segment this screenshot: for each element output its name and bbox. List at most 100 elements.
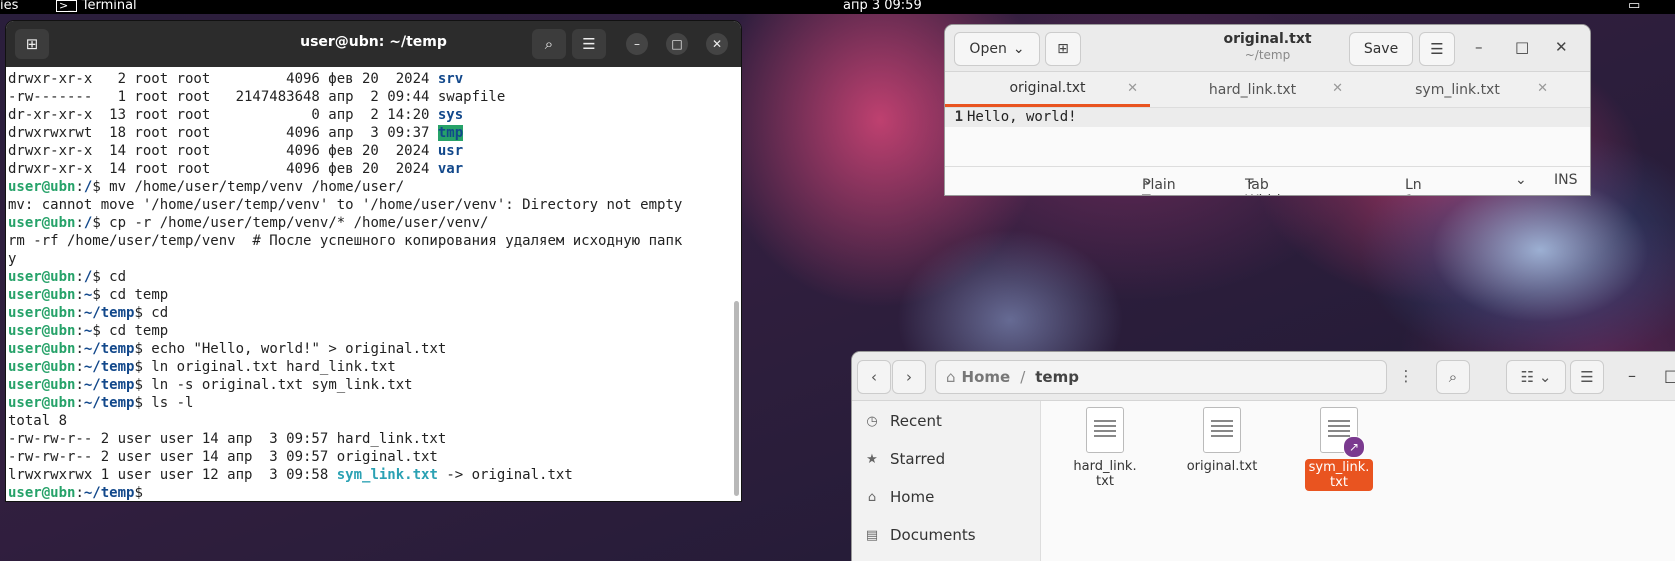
insert-mode[interactable]: INS: [1554, 172, 1578, 188]
maximize-button[interactable]: □: [1664, 366, 1675, 385]
editor-text-area[interactable]: 1 Hello, world!: [945, 108, 1590, 127]
terminal-text: drwxr-xr-x 14 root root 4096 фев 20 2024: [8, 161, 438, 177]
terminal-text: $ cd: [134, 305, 169, 321]
terminal-text: user@ubn: [8, 305, 76, 321]
list-view-icon: ☷: [1520, 368, 1535, 386]
symlink-arrow-icon: ↗: [1343, 436, 1365, 458]
terminal-line: -rw-rw-r-- 2 user user 14 апр 3 09:57 ha…: [8, 430, 741, 448]
terminal-line: user@ubn:~/temp$ echo "Hello, world!" > …: [8, 340, 741, 358]
terminal-text: $ ls -l: [134, 395, 194, 411]
file-item-original[interactable]: original.txt: [1179, 407, 1265, 474]
terminal-line: drwxrwxrwt 18 root root 4096 апр 3 09:37…: [8, 124, 741, 142]
terminal-text: user@ubn: [8, 179, 76, 195]
files-menu-button[interactable]: ☰: [1570, 360, 1604, 394]
close-button[interactable]: ✕: [1555, 38, 1568, 56]
terminal-text: ~/temp: [83, 305, 135, 321]
battery-icon: ▭: [1628, 0, 1641, 13]
clock[interactable]: апр 3 09:59: [843, 0, 922, 13]
search-button[interactable]: ⌕: [532, 29, 566, 59]
terminal-text: mv: cannot move '/home/user/temp/venv' t…: [8, 197, 683, 213]
close-button[interactable]: ✕: [706, 33, 728, 55]
tab-original[interactable]: original.txt ✕: [945, 72, 1150, 107]
terminal-line: user@ubn:/$ mv /home/user/temp/venv /hom…: [8, 178, 741, 196]
back-button[interactable]: ‹: [857, 360, 891, 394]
terminal-text: user@ubn: [8, 323, 76, 339]
home-icon: ⌂: [946, 368, 956, 386]
search-button[interactable]: ⌕: [1436, 360, 1470, 394]
terminal-text: drwxrwxrwt 18 root root 4096 апр 3 09:37: [8, 125, 438, 141]
sidebar-item-recent[interactable]: ◷ Recent: [864, 409, 942, 433]
terminal-text: :: [75, 179, 84, 195]
sidebar-item-label: Home: [890, 488, 935, 506]
search-icon: ⌕: [1448, 368, 1458, 386]
terminal-text: srv: [437, 71, 464, 87]
maximize-button[interactable]: □: [666, 33, 688, 55]
terminal-text: ~/temp: [83, 395, 135, 411]
terminal-scrollbar[interactable]: [734, 301, 739, 496]
file-item-hard-link[interactable]: hard_link. txt: [1062, 407, 1148, 489]
minimize-button[interactable]: –: [626, 33, 648, 55]
terminal-text: $ cd: [92, 269, 127, 285]
sidebar-item-documents[interactable]: ▤ Documents: [864, 523, 976, 547]
hamburger-icon: ☰: [1580, 368, 1594, 386]
terminal-icon: >_: [56, 0, 77, 12]
syntax-selector[interactable]: Plain Text ⌄: [1142, 172, 1176, 195]
editor-menu-button[interactable]: ☰: [1419, 32, 1455, 66]
file-label: original.txt: [1186, 459, 1258, 474]
sidebar-item-starred[interactable]: ★ Starred: [864, 447, 945, 471]
terminal-line: drwxr-xr-x 14 root root 4096 фев 20 2024…: [8, 142, 741, 160]
forward-button[interactable]: ›: [892, 360, 926, 394]
path-separator: /: [1020, 368, 1026, 386]
document-path: ~/temp: [1244, 48, 1291, 62]
tab-hard-link[interactable]: hard_link.txt ✕: [1150, 72, 1355, 107]
terminal-line: user@ubn:~/temp$ ls -l: [8, 394, 741, 412]
tab-label: hard_link.txt: [1208, 81, 1297, 98]
terminal-text: user@ubn: [8, 395, 76, 411]
terminal-text: -rw-rw-r-- 2 user user 14 апр 3 09:57 or…: [8, 449, 438, 465]
app-menu[interactable]: >_ Terminal: [56, 0, 137, 13]
sidebar-item-home[interactable]: ⌂ Home: [864, 485, 934, 509]
system-tray[interactable]: ▭: [1628, 0, 1640, 13]
terminal-output[interactable]: drwxr-xr-x 2 root root 4096 фев 20 2024 …: [6, 68, 741, 501]
minimize-button[interactable]: –: [1628, 366, 1636, 385]
terminal-line: -rw-rw-r-- 2 user user 14 апр 3 09:57 or…: [8, 448, 741, 466]
terminal-text: usr: [437, 143, 464, 159]
terminal-line: mv: cannot move '/home/user/temp/venv' t…: [8, 196, 741, 214]
close-tab-icon[interactable]: ✕: [1537, 81, 1548, 96]
chevron-down-icon[interactable]: ⌄: [1515, 172, 1527, 188]
close-tab-icon[interactable]: ✕: [1127, 81, 1138, 96]
terminal-text: user@ubn: [8, 341, 76, 357]
terminal-text: drwxr-xr-x 14 root root 4096 фев 20 2024: [8, 143, 438, 159]
terminal-text: user@ubn: [8, 377, 76, 393]
terminal-text: total 8: [8, 413, 68, 429]
view-options-button[interactable]: ☷ ⌄: [1506, 360, 1566, 394]
terminal-line: user@ubn:/$ cp -r /home/user/temp/venv/*…: [8, 214, 741, 232]
terminal-text: dr-xr-xr-x 13 root root 0 апр 2 14:20: [8, 107, 438, 123]
activities-button[interactable]: ies: [0, 0, 18, 13]
terminal-text: $ cd temp: [92, 323, 169, 339]
file-item-sym-link[interactable]: ↗ sym_link. txt: [1296, 407, 1382, 491]
terminal-text: user@ubn: [8, 359, 76, 375]
terminal-line: -rw------- 1 root root 2147483648 апр 2 …: [8, 88, 741, 106]
path-home[interactable]: Home: [962, 368, 1011, 386]
editor-header: Open ⌄ ⊞ original.txt ~/temp Save ☰ – □ …: [945, 25, 1590, 72]
close-tab-icon[interactable]: ✕: [1332, 81, 1343, 96]
terminal-text: :: [75, 287, 84, 303]
path-menu-button[interactable]: ⋮: [1390, 360, 1422, 392]
menu-button[interactable]: ☰: [572, 29, 606, 59]
save-button[interactable]: Save: [1349, 32, 1413, 66]
path-current[interactable]: temp: [1035, 368, 1079, 386]
editor-tabs: original.txt ✕ hard_link.txt ✕ sym_link.…: [945, 72, 1590, 108]
maximize-button[interactable]: □: [1515, 38, 1529, 56]
tab-sym-link[interactable]: sym_link.txt ✕: [1355, 72, 1560, 107]
terminal-line: drwxr-xr-x 14 root root 4096 фев 20 2024…: [8, 160, 741, 178]
terminal-text: -rw-rw-r-- 2 user user 14 апр 3 09:57 ha…: [8, 431, 447, 447]
terminal-text: :: [75, 305, 84, 321]
tab-width-selector[interactable]: Tab Width: 8 ⌄: [1245, 172, 1290, 195]
path-bar[interactable]: ⌂ Home / temp: [935, 360, 1387, 394]
terminal-text: user@ubn: [8, 215, 76, 231]
sidebar-item-label: Documents: [890, 526, 976, 544]
terminal-text: $: [134, 485, 152, 501]
chevron-left-icon: ‹: [871, 368, 877, 386]
minimize-button[interactable]: –: [1475, 38, 1483, 56]
